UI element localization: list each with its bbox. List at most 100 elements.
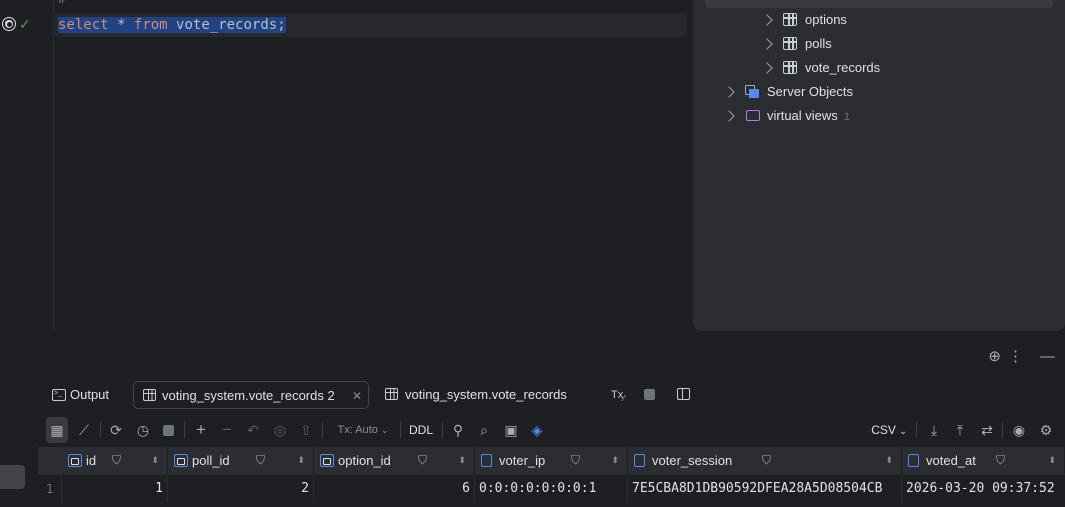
submit-icon[interactable]: ⇧	[296, 417, 316, 443]
remove-row-icon[interactable]: −	[217, 417, 237, 443]
chevron-right-icon[interactable]	[761, 62, 773, 74]
column-icon	[634, 454, 645, 467]
code-line-query[interactable]: select * from vote_records;	[55, 13, 687, 37]
add-row-icon[interactable]: +	[191, 417, 211, 443]
result-toolbar: ▦ ⟋ ⟳ ◷ + − ↶ ◎ ⇧ Tx: Auto ⌄ DDL ⚲ ⌕ ▣ ◈…	[0, 417, 1065, 443]
more-options-icon[interactable]: ⋮	[1008, 339, 1023, 375]
tree-selected-item[interactable]	[705, 0, 1053, 8]
layout-toggle[interactable]	[674, 381, 694, 409]
transpose-icon[interactable]: ⇄	[976, 417, 998, 443]
sort-icon[interactable]: ⬍	[458, 447, 466, 474]
terminal-icon: >_	[52, 389, 66, 401]
sql-editor[interactable]: ✓ # select * from vote_records;	[0, 0, 687, 331]
cell-voted-at[interactable]: 2026-03-20 09:37:52	[902, 475, 1065, 503]
folder-icon	[746, 110, 760, 121]
table-icon	[783, 37, 797, 50]
column-icon	[908, 454, 919, 467]
column-header-option-id[interactable]: option_id ⛉ ⬍	[314, 447, 475, 474]
table-icon	[783, 13, 797, 26]
sort-icon[interactable]: ⬍	[297, 447, 305, 474]
cell-voter-session[interactable]: 7E5CBA8D1DB90592DFEA28A5D08504CB	[628, 475, 902, 503]
filter-icon[interactable]: ⛉	[418, 447, 427, 474]
stop-icon[interactable]	[158, 417, 178, 443]
tree-item-virtual-views[interactable]: virtual views 1	[723, 104, 1025, 129]
sort-icon[interactable]: ⬍	[885, 447, 893, 474]
column-header-voter-session[interactable]: voter_session ⛉ ⬍	[628, 447, 902, 474]
stop-button[interactable]	[640, 381, 660, 409]
tab-label: voting_system.vote_records 2	[162, 388, 335, 403]
keyword-select: select	[58, 17, 109, 33]
settings-gear-icon[interactable]: ⚙	[1035, 417, 1057, 443]
download-icon[interactable]: ⤓	[924, 417, 944, 443]
selected-query: select * from vote_records;	[58, 17, 286, 33]
query-status-icon[interactable]	[3, 18, 15, 30]
column-header-id[interactable]: id ⛉ ⬍	[62, 447, 168, 474]
keyword-from: from	[133, 17, 168, 33]
export-format-dropdown[interactable]: CSV ⌄	[866, 417, 912, 443]
sort-icon[interactable]: ⬍	[1048, 447, 1056, 474]
tab-output[interactable]: >_ Output	[48, 381, 126, 409]
cell-voter-ip[interactable]: 0:0:0:0:0:0:0:1	[475, 475, 628, 503]
tree-item-label-group: virtual views 1	[767, 104, 850, 129]
column-header-label: voted_at	[926, 453, 976, 468]
tx-mode-dropdown[interactable]: Tx: Auto ⌄	[332, 417, 394, 443]
key-column-icon	[174, 454, 188, 467]
close-icon[interactable]: ✕	[352, 382, 362, 410]
table-name-token: vote_records	[176, 17, 278, 33]
star-token: *	[117, 17, 126, 33]
cell-option-id[interactable]: 6	[314, 475, 475, 503]
tree-item-vote-records[interactable]: vote_records	[761, 56, 1043, 80]
column-header-voter-ip[interactable]: voter_ip ⛉ ⬍	[475, 447, 628, 474]
filter-icon[interactable]: ⛉	[112, 447, 121, 474]
preview-changes-icon[interactable]: ◎	[269, 417, 291, 443]
tab-vote-records[interactable]: voting_system.vote_records	[380, 381, 590, 409]
sort-icon[interactable]: ⬍	[151, 447, 159, 474]
horizontal-splitter[interactable]	[0, 331, 1065, 339]
code-line-comment: #	[55, 0, 687, 11]
filter-icon[interactable]: ⛉	[571, 447, 580, 474]
tree-item-polls[interactable]: polls	[761, 32, 1043, 56]
row-number-header	[38, 447, 62, 474]
filter-icon[interactable]: ⛉	[256, 447, 265, 474]
chevron-right-icon[interactable]	[761, 38, 773, 50]
history-icon[interactable]: ◷	[132, 417, 154, 443]
column-header-label: id	[86, 453, 97, 468]
chevron-right-icon[interactable]	[723, 86, 735, 98]
eye-icon[interactable]: ◉	[1008, 417, 1030, 443]
crosshair-icon[interactable]: ⊕	[988, 339, 1001, 375]
cell-poll-id[interactable]: 2	[168, 475, 314, 503]
column-header-voted-at[interactable]: voted_at ⛉ ⬍	[902, 447, 1065, 474]
key-column-icon	[320, 454, 334, 467]
tx-button[interactable]: Tx⁄	[608, 381, 632, 409]
ddl-button[interactable]: DDL	[406, 417, 436, 443]
chevron-right-icon[interactable]	[761, 14, 773, 26]
tx-label: Tx	[611, 389, 624, 401]
filter-edit-icon[interactable]: ◈	[526, 417, 548, 443]
table-view-icon[interactable]: ▦	[46, 417, 68, 443]
column-header-poll-id[interactable]: poll_id ⛉ ⬍	[168, 447, 314, 474]
upload-icon[interactable]: ⤒	[950, 417, 970, 443]
chevron-right-icon[interactable]	[723, 110, 735, 122]
minimize-icon[interactable]: —	[1040, 339, 1055, 375]
tree-item-label: virtual views	[767, 108, 838, 123]
revert-icon[interactable]: ↶	[243, 417, 263, 443]
pin-icon[interactable]: ⚲	[448, 417, 468, 443]
column-icon	[481, 454, 492, 467]
tab-vote-records-2[interactable]: voting_system.vote_records 2 ✕	[133, 381, 369, 409]
sort-icon[interactable]: ⬍	[611, 447, 619, 474]
chart-view-icon[interactable]: ⟋	[74, 417, 94, 443]
tree-item-server-objects[interactable]: Server Objects	[723, 80, 1025, 104]
column-header-label: voter_session	[652, 453, 733, 468]
code-area[interactable]: # select * from vote_records;	[55, 0, 687, 331]
filter-icon[interactable]: ⛉	[762, 447, 771, 474]
key-column-icon	[68, 454, 82, 467]
compare-icon[interactable]: ▣	[500, 417, 522, 443]
filter-icon[interactable]: ⛉	[996, 447, 1005, 474]
search-icon[interactable]: ⌕	[474, 417, 494, 443]
tree-item-options[interactable]: options	[761, 8, 1043, 32]
services-panel: ⊕ ⋮ — >_ Output voting_system.vote_recor…	[0, 339, 1065, 507]
table-row[interactable]: 1 1 2 6 0:0:0:0:0:0:0:1 7E5CBA8D1DB90592…	[38, 474, 1065, 503]
column-header-label: option_id	[338, 453, 391, 468]
refresh-icon[interactable]: ⟳	[106, 417, 126, 443]
cell-id[interactable]: 1	[62, 475, 168, 503]
